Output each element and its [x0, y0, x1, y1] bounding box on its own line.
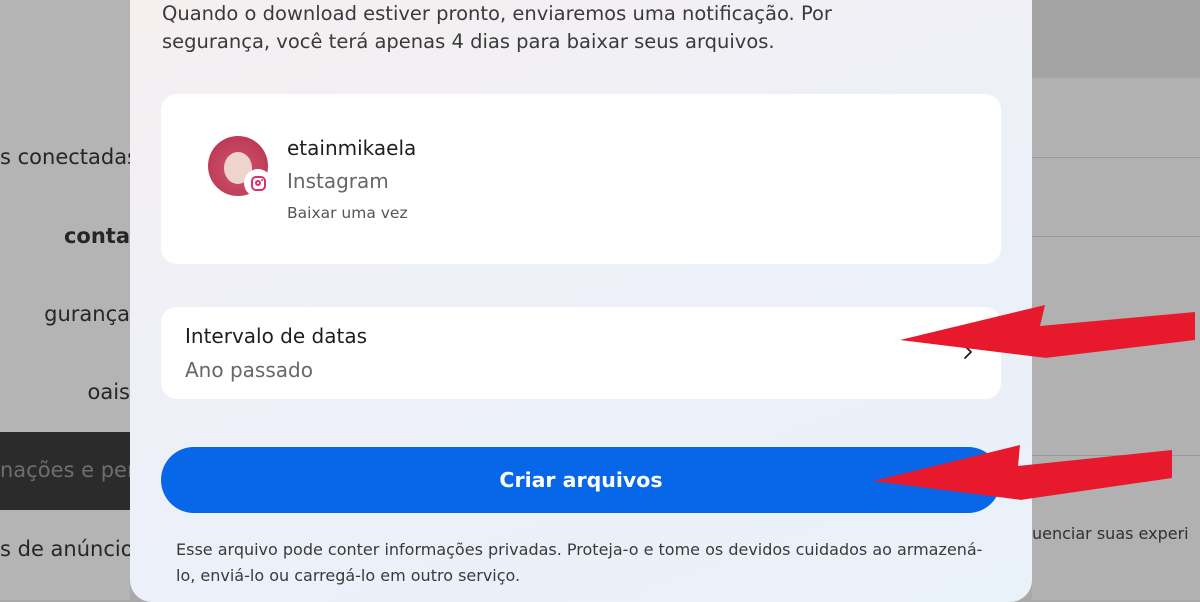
background-divider: [1032, 157, 1200, 158]
privacy-disclaimer: Esse arquivo pode conter informações pri…: [176, 540, 983, 585]
background-right-panel: [1032, 0, 1200, 600]
account-username: etainmikaela: [287, 136, 417, 160]
background-sidebar-item: gurança: [44, 302, 130, 326]
background-sidebar-item: s de anúncio: [0, 537, 130, 561]
account-platform: Instagram: [287, 169, 389, 193]
background-sidebar-heading: conta: [63, 224, 130, 248]
background-sidebar-item: s conectadas: [0, 145, 130, 169]
download-note: Baixar uma vez: [287, 204, 408, 222]
date-range-value: Ano passado: [185, 358, 313, 382]
background-divider: [1032, 455, 1200, 456]
background-divider: [1032, 236, 1200, 237]
instagram-icon: [244, 169, 272, 197]
background-sidebar-item-selected: nações e per: [0, 458, 130, 482]
chevron-right-icon: [964, 345, 972, 359]
modal-intro-text: Quando o download estiver pronto, enviar…: [162, 2, 832, 53]
date-range-title: Intervalo de datas: [185, 324, 368, 348]
background-right-text: uenciar suas experi: [1032, 524, 1189, 543]
create-files-button[interactable]: Criar arquivos: [161, 447, 1001, 513]
date-range-selector[interactable]: Intervalo de datas Ano passado: [161, 307, 1001, 399]
download-modal: Quando o download estiver pronto, enviar…: [130, 0, 1032, 602]
background-sidebar-item: oais: [87, 380, 131, 404]
background-sidebar: [0, 0, 130, 600]
account-card: etainmikaela Instagram Baixar uma vez: [161, 94, 1001, 264]
background-right-header: [1032, 0, 1200, 78]
